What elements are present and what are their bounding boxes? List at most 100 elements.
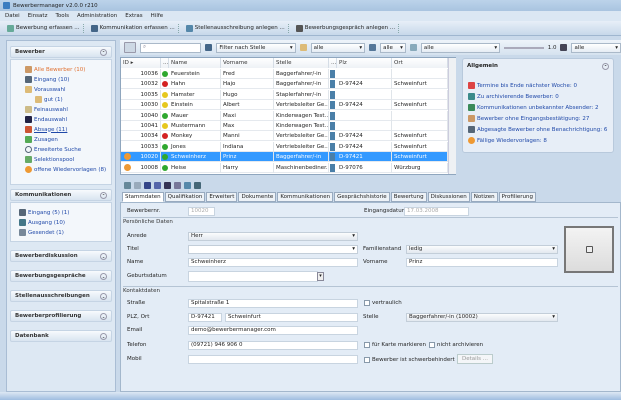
menu-extras[interactable]: Extras [125, 13, 142, 19]
search-input[interactable]: ⌕ [140, 42, 202, 53]
mail-icon[interactable] [184, 182, 191, 189]
nav-eingang[interactable]: Eingang (10) [25, 76, 69, 83]
menu-administration[interactable]: Administration [77, 13, 117, 19]
collapse-icon[interactable]: ⌃ [602, 63, 609, 70]
table-row[interactable]: 10035 Hamster Hugo Staplerfahrer/-in [121, 89, 448, 100]
col-doc[interactable]: ... [329, 58, 337, 68]
tab-notizen[interactable]: Notizen [470, 192, 498, 202]
nav-komm-ausgang[interactable]: Ausgang (10) [19, 219, 65, 226]
panel-header-bewerberprofilierung[interactable]: Bewerberprofilierung ⌄ [10, 310, 112, 322]
panel-header-bewerberdiskussion[interactable]: Bewerberdiskussion ⌄ [10, 250, 112, 262]
tab-diskussionen[interactable]: Diskussionen [427, 192, 470, 202]
nav-vorauswahl[interactable]: Vorauswahl [25, 86, 66, 93]
nav-erweiterte-suche[interactable]: Erweiterte Suche [25, 146, 81, 153]
expand-icon[interactable]: ⌄ [100, 292, 107, 300]
ort-field[interactable]: Schweinfurt [225, 313, 358, 322]
expand-icon[interactable]: ⌄ [100, 332, 107, 340]
stellenausschreibung-anlegen-button[interactable]: Stellenausschreibung anlegen ... [183, 23, 289, 33]
photo-button[interactable] [564, 226, 614, 273]
date-picker-icon[interactable]: ▾ [317, 272, 324, 281]
table-row[interactable]: 10041 Mustermann Max Kinderwagen Test... [121, 121, 448, 131]
tab-profilierung[interactable]: Profilierung [498, 192, 537, 202]
vorname-field[interactable]: Prinz [406, 258, 558, 267]
nav-gut[interactable]: gut (1) [35, 96, 63, 103]
geburtsdatum-field[interactable] [188, 271, 318, 282]
panel-header-bewerbungsgespraeche[interactable]: Bewerbungsgespräche ⌄ [10, 270, 112, 282]
view-toggle-icon[interactable] [124, 42, 136, 53]
name-field[interactable]: Schweinherz [188, 258, 358, 267]
col-status[interactable]: ... [161, 58, 169, 68]
print-icon[interactable] [144, 182, 151, 189]
nav-selektionspool[interactable]: Selektionspool [25, 156, 74, 163]
menu-einsatz[interactable]: Einsatz [28, 13, 48, 19]
tab-erweitert[interactable]: Erweitert [206, 192, 238, 202]
nav-zusagen[interactable]: Zusagen [25, 136, 58, 143]
tag-filter[interactable]: alle ▾ [420, 42, 501, 53]
karte-checkbox[interactable]: für Karte markieren [364, 342, 426, 348]
nav-alle-bewerber[interactable]: Alle Bewerber (10) [25, 66, 85, 73]
familienstand-select[interactable]: ledig [406, 245, 558, 254]
tab-kommunikationen[interactable]: Kommunikationen [277, 192, 334, 202]
tab-stammdaten[interactable]: Stammdaten [122, 192, 164, 202]
menu-datei[interactable]: Datei [5, 13, 20, 19]
expand-icon[interactable]: ⌄ [100, 252, 107, 260]
vertraulich-checkbox[interactable]: vertraulich [364, 300, 402, 306]
collapse-icon[interactable]: ⌃ [100, 48, 107, 56]
email-field[interactable]: demo@bewerbermanager.com [188, 326, 358, 335]
nav-komm-gesendet[interactable]: Gesendet (1) [19, 229, 64, 236]
panel-header-datenbank[interactable]: Datenbank ⌄ [10, 330, 112, 342]
table-row[interactable]: 10032 Hahn Hajo Baggerfahrer/-in D-97424 Schw… [121, 79, 448, 90]
nav-feinauswahl[interactable]: Feinauswahl [25, 106, 68, 113]
copy-icon[interactable] [174, 182, 181, 189]
table-row[interactable]: 10033 Jones Indiana Vertriebsleiter Ge... D-… [121, 141, 448, 152]
allg-abgesagt[interactable]: Abgesagte Bewerber ohne Benachrichtigung… [468, 126, 607, 133]
nav-endauswahl[interactable]: Endauswahl [25, 116, 67, 123]
table-row[interactable]: 10034 Monkey Manni Vertriebsleiter Ge... D-9… [121, 131, 448, 142]
mobil-field[interactable] [188, 355, 358, 364]
back-icon[interactable] [154, 182, 161, 189]
undo-icon[interactable] [134, 182, 141, 189]
titel-select[interactable] [188, 245, 358, 254]
allg-termine[interactable]: Termine bis Ende nächster Woche: 0 [468, 82, 577, 89]
allg-kommunikation[interactable]: Kommunikationen unbekannter Absender: 2 [468, 104, 598, 111]
col-plz[interactable]: Plz [337, 58, 392, 68]
schwerbehindert-checkbox[interactable]: Bewerber ist schwerbehindert [364, 357, 455, 363]
allg-eingangsbestaetigung[interactable]: Bewerber ohne Eingangsbestätigung: 27 [468, 115, 589, 122]
telefon-field[interactable]: (09721) 946 906 0 [188, 341, 358, 350]
bewerbung-erfassen-button[interactable]: Bewerbung erfassen ... [4, 23, 84, 33]
table-scrollbar[interactable] [448, 58, 456, 174]
zoom-slider[interactable] [504, 46, 544, 49]
tab-bewertung[interactable]: Bewertung [390, 192, 427, 202]
nav-absage[interactable]: Absage (11) [25, 126, 67, 133]
plz-field[interactable]: D-97421 [188, 313, 222, 322]
col-ort[interactable]: Ort [392, 58, 448, 68]
edit-icon[interactable] [164, 182, 171, 189]
menu-tools[interactable]: Tools [55, 13, 69, 19]
tab-qualifikation[interactable]: Qualifikation [164, 192, 206, 202]
col-name[interactable]: Name [169, 58, 221, 68]
nav-komm-eingang[interactable]: Eingang (5) (1) [19, 209, 69, 216]
stelle-filter[interactable]: Filter nach Stelle ▾ [216, 42, 296, 53]
tab-gespraechshistorie[interactable]: Gesprächshistorie [334, 192, 390, 202]
kommunikation-erfassen-button[interactable]: Kommunikation erfassen ... [88, 23, 179, 33]
strasse-field[interactable]: Spitalstraße 1 [188, 299, 358, 308]
table-row[interactable]: 10040 Mauer Maxi Kinderwagen Test... [121, 110, 448, 121]
collapse-icon[interactable]: ⌃ [100, 191, 107, 199]
table-row[interactable]: 10030 Einstein Albert Vertriebsleiter Ge...… [121, 100, 448, 111]
table-row[interactable]: 10008 Heise Harry Maschinenbediner... D-9707… [121, 162, 448, 173]
person-filter[interactable]: alle ▾ [571, 42, 621, 53]
anrede-select[interactable]: Herr [188, 232, 358, 241]
menu-hilfe[interactable]: Hilfe [151, 13, 164, 19]
panel-header-kommunikation[interactable]: Kommunikationen ⌃ [10, 189, 112, 201]
table-row[interactable]: 10036 Feuerstein Fred Baggerfahrer/-in [121, 69, 448, 79]
col-vorname[interactable]: Vorname [221, 58, 274, 68]
bewerbungsgespraech-anlegen-button[interactable]: Bewerbungsgespräch anlegen ... [293, 23, 400, 33]
table-row[interactable]: 10020 Schweinherz Prinz Baggerfahrer/-in D-9… [121, 152, 448, 163]
col-stelle[interactable]: Stelle [274, 58, 329, 68]
tab-dokumente[interactable]: Dokumente [238, 192, 277, 202]
document-filter[interactable]: alle ▾ [380, 42, 406, 53]
col-id[interactable]: ID ▸ [121, 58, 161, 68]
save-icon[interactable] [124, 182, 131, 189]
allg-wiedervorlagen[interactable]: Fällige Wiedervorlagen: 8 [468, 137, 547, 144]
allg-archiv[interactable]: Zu archivierende Bewerber: 0 [468, 93, 559, 100]
